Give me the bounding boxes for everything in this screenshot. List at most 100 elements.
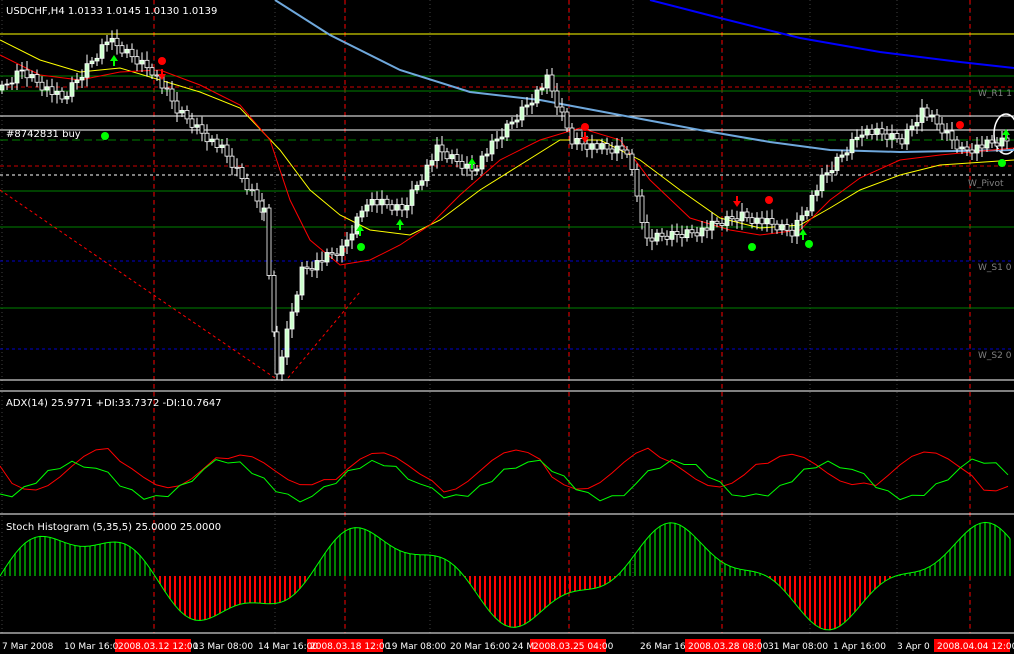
- candle-body: [54, 90, 60, 95]
- candle-body: [266, 207, 272, 276]
- candle-body: [979, 144, 985, 149]
- candle-body: [739, 211, 745, 222]
- time-label: 24 M: [512, 642, 534, 652]
- candle-body: [804, 210, 810, 217]
- candle-body: [969, 149, 975, 154]
- candle-body: [239, 167, 245, 179]
- candle-body: [864, 128, 870, 136]
- candle-body: [274, 331, 280, 375]
- candle-body: [384, 198, 390, 206]
- candle-body: [189, 118, 195, 128]
- candle-body: [34, 74, 40, 83]
- candle-body: [289, 311, 295, 330]
- candle-body: [424, 164, 430, 182]
- candle-body: [879, 128, 885, 135]
- candle-body: [509, 121, 515, 125]
- candle-body: [759, 217, 765, 225]
- candle-body: [574, 138, 580, 145]
- candlesticks: [0, 29, 1010, 381]
- candle-body: [74, 79, 80, 84]
- candle-body: [204, 132, 210, 143]
- candle-body: [284, 328, 290, 358]
- buy-arrow-icon: [799, 229, 807, 240]
- adx-panel[interactable]: ADX(14) 25.9771 +DI:33.7372 -DI:10.7647: [0, 398, 1009, 503]
- candle-body: [544, 74, 550, 89]
- candle-body: [999, 137, 1005, 147]
- candle-body: [874, 128, 880, 135]
- candle-body: [254, 189, 260, 202]
- sell-signal-dot: [765, 196, 773, 204]
- candle-body: [709, 220, 715, 231]
- candle-body: [344, 239, 350, 247]
- candle-body: [439, 144, 445, 153]
- buy-signal-dot: [998, 159, 1006, 167]
- candle-body: [539, 87, 545, 91]
- pivot-label-r1: W_R1 1: [978, 89, 1012, 99]
- candle-body: [104, 41, 110, 46]
- candle-body: [19, 69, 25, 72]
- chart-canvas[interactable]: USDCHF,H4 1.0133 1.0145 1.0130 1.0139 #8…: [0, 0, 1014, 654]
- time-label: 19 Mar 08:00: [386, 642, 446, 652]
- candle-body: [699, 227, 705, 237]
- candle-body: [324, 252, 330, 263]
- candle-body: [609, 148, 615, 154]
- candle-body: [399, 204, 405, 211]
- candle-body: [279, 356, 285, 375]
- candle-body: [624, 149, 630, 155]
- candle-body: [684, 229, 690, 239]
- candle-body: [674, 231, 680, 235]
- candle-body: [224, 144, 230, 157]
- price-panel[interactable]: USDCHF,H4 1.0133 1.0145 1.0130 1.0139 #8…: [0, 0, 1014, 633]
- candle-body: [434, 144, 440, 161]
- buy-signal-dot: [101, 132, 109, 140]
- adx-title: ADX(14) 25.9771 +DI:33.7372 -DI:10.7647: [6, 398, 222, 409]
- candle-body: [529, 102, 535, 106]
- candle-body: [884, 133, 890, 140]
- candle-body: [184, 110, 190, 120]
- stoch-panel[interactable]: Stoch Histogram (5,35,5) 25.0000 25.0000: [0, 521, 1011, 631]
- pivot-label-pivot: W_Pivot: [968, 179, 1004, 189]
- candle-body: [594, 143, 600, 150]
- candle-body: [549, 74, 555, 92]
- candle-body: [749, 217, 755, 224]
- candle-body: [139, 59, 145, 65]
- candle-body: [634, 169, 640, 197]
- sell-signal-dot: [158, 57, 166, 65]
- candle-body: [524, 104, 530, 108]
- candle-body: [464, 163, 470, 169]
- candle-body: [109, 37, 115, 43]
- symbol-info: USDCHF,H4 1.0133 1.0145 1.0130 1.0139: [6, 6, 217, 17]
- candle-body: [489, 140, 495, 155]
- candle-body: [334, 253, 340, 256]
- pivot-label-s2: W_S2 0: [978, 351, 1012, 361]
- candle-body: [534, 89, 540, 104]
- candle-body: [244, 178, 250, 191]
- candle-body: [474, 168, 480, 172]
- candle-body: [194, 124, 200, 128]
- candle-body: [84, 63, 90, 78]
- candle-body: [309, 268, 315, 271]
- candle-body: [649, 237, 655, 242]
- candle-body: [89, 60, 95, 65]
- candle-body: [894, 133, 900, 140]
- candle-body: [119, 45, 125, 54]
- candle-body: [564, 111, 570, 129]
- candle-body: [429, 160, 435, 166]
- candle-body: [989, 139, 995, 144]
- candle-body: [744, 211, 750, 219]
- candle-body: [929, 114, 935, 118]
- candle-body: [149, 67, 155, 76]
- candle-body: [134, 56, 140, 65]
- candle-body: [49, 86, 55, 95]
- candle-body: [514, 119, 520, 123]
- candle-body: [754, 217, 760, 224]
- candle-body: [949, 130, 955, 141]
- candle-body: [799, 215, 805, 221]
- buy-arrow-icon: [110, 55, 118, 66]
- candle-body: [271, 275, 277, 333]
- candle-body: [659, 232, 665, 237]
- candle-body: [129, 48, 135, 58]
- candle-body: [179, 110, 185, 114]
- candle-body: [934, 114, 940, 125]
- sell-arrow-icon: [733, 196, 741, 207]
